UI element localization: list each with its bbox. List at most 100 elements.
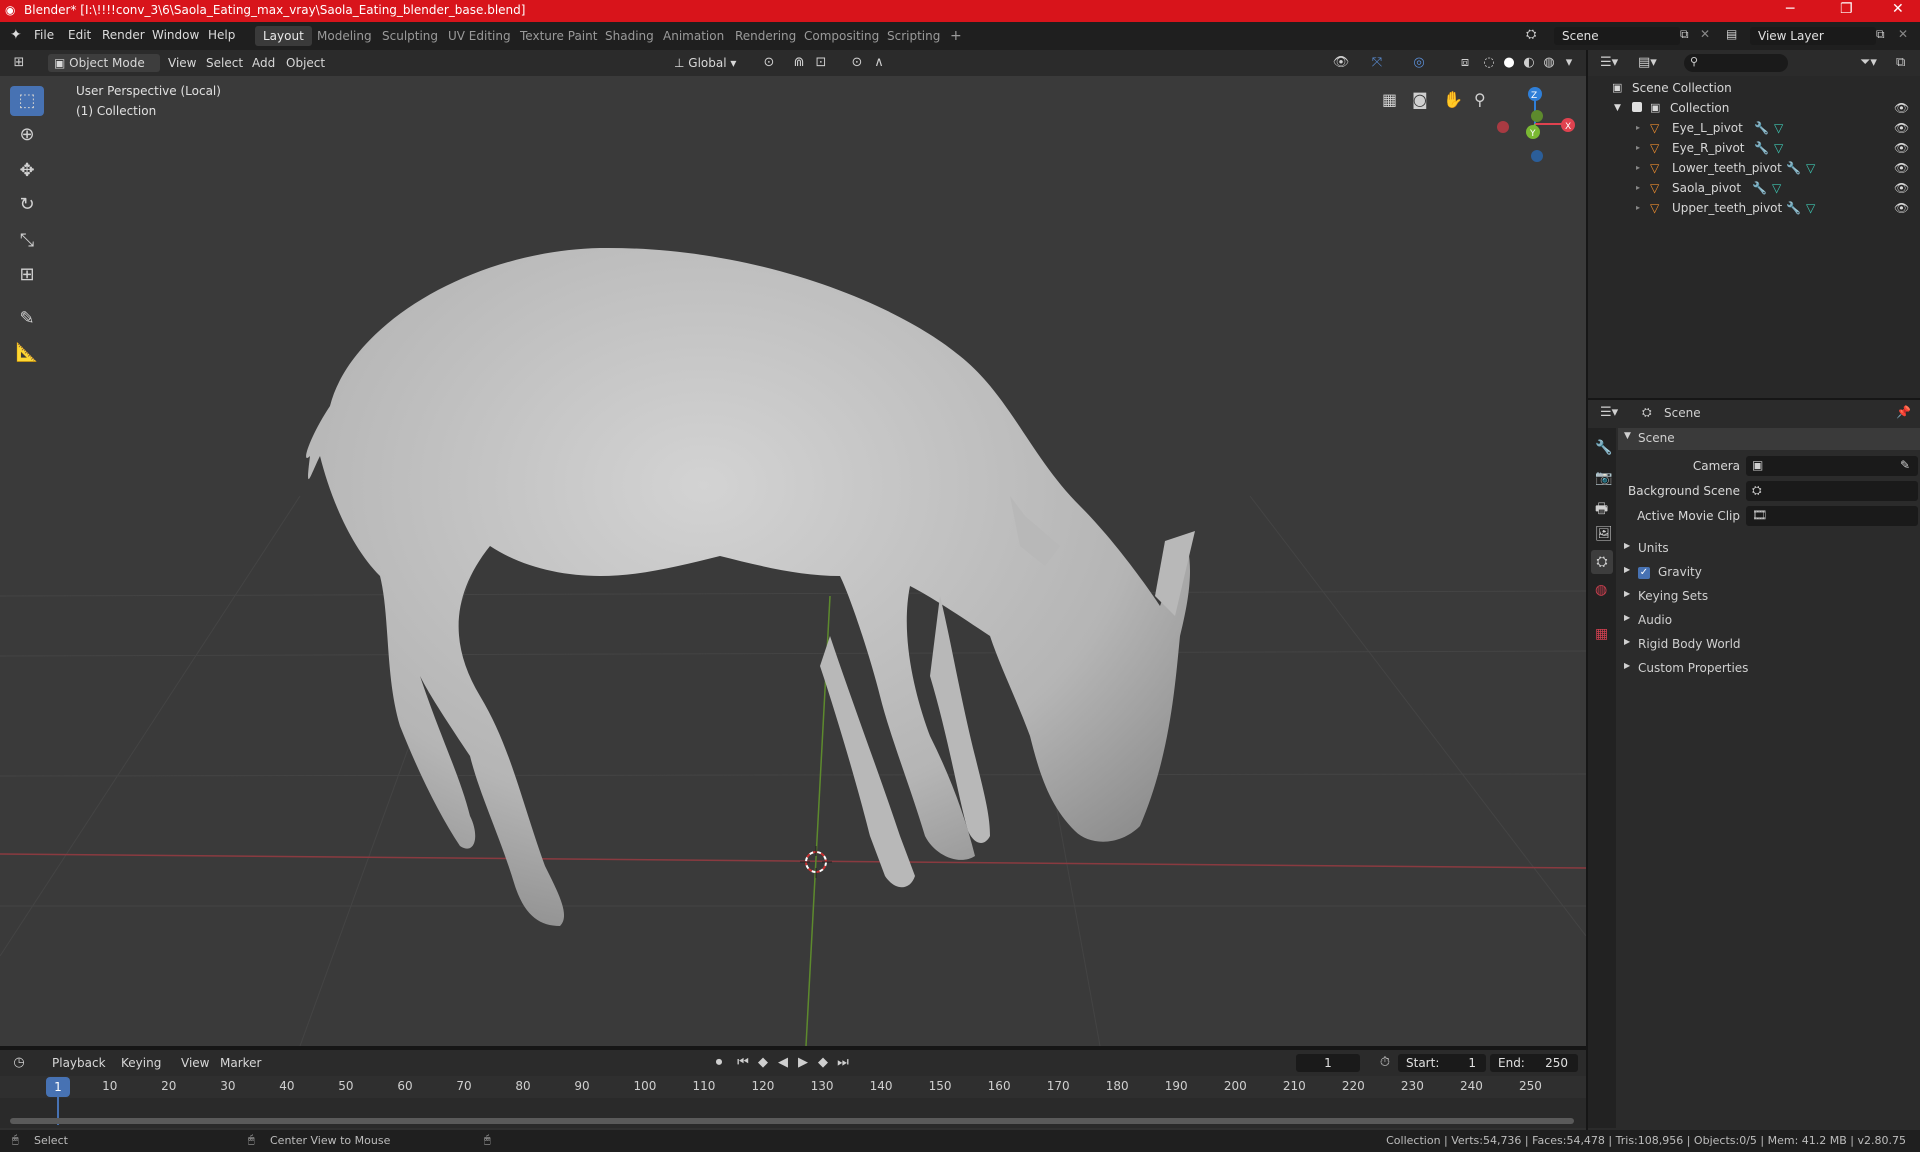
move-tool[interactable]: ✥ bbox=[10, 156, 44, 186]
pan-hand-icon[interactable]: ✋ bbox=[1443, 90, 1463, 109]
texture-tab-icon[interactable]: ▦ bbox=[1595, 626, 1608, 642]
collection-checkbox[interactable] bbox=[1632, 102, 1642, 112]
view-layer-icon[interactable]: ▤ bbox=[1726, 27, 1737, 41]
expand-arrow-icon[interactable]: ▸ bbox=[1636, 198, 1640, 218]
menu-marker[interactable]: Marker bbox=[214, 1054, 267, 1072]
menu-select[interactable]: Select bbox=[200, 54, 249, 72]
outliner-object-row[interactable]: ▸ ▽ Lower_teeth_pivot 🔧 ▽ 👁 bbox=[1588, 158, 1920, 178]
jump-end-icon[interactable]: ⏭ bbox=[834, 1054, 852, 1072]
background-scene-field[interactable]: ⛭ bbox=[1746, 481, 1918, 501]
new-view-layer-icon[interactable]: ⧉ bbox=[1876, 27, 1885, 42]
cursor-tool[interactable]: ⊕ bbox=[10, 120, 44, 150]
zoom-icon[interactable]: ⚲ bbox=[1474, 90, 1486, 109]
delete-view-layer-icon[interactable]: ✕ bbox=[1898, 27, 1908, 41]
new-collection-icon[interactable]: ⧉ bbox=[1896, 55, 1905, 70]
gravity-checkbox[interactable]: ✓ bbox=[1638, 567, 1650, 579]
grid-view-icon[interactable]: ▦ bbox=[1382, 90, 1397, 109]
snap-icon[interactable]: ⋒ bbox=[790, 54, 808, 72]
object-visibility-icon[interactable]: 👁 bbox=[1332, 54, 1350, 72]
filter-icon[interactable]: ⏷▾ bbox=[1860, 55, 1877, 70]
tool-tab-icon[interactable]: 🔧 bbox=[1595, 440, 1612, 456]
menu-view[interactable]: View bbox=[162, 54, 202, 72]
material-shading-icon[interactable]: ◐ bbox=[1520, 54, 1538, 72]
falloff-icon[interactable]: ∧ bbox=[870, 54, 888, 72]
outliner-object-row[interactable]: ▸ ▽ Eye_R_pivot 🔧 ▽ 👁 bbox=[1588, 138, 1920, 158]
rigid-body-world-section[interactable]: ▶ Rigid Body World bbox=[1618, 634, 1920, 656]
shading-options-icon[interactable]: ▾ bbox=[1560, 54, 1578, 72]
units-section[interactable]: ▶ Units bbox=[1618, 538, 1920, 560]
tab-compositing[interactable]: Compositing bbox=[796, 26, 887, 46]
tab-shading[interactable]: Shading bbox=[597, 26, 662, 46]
menu-timeline-view[interactable]: View bbox=[175, 1054, 215, 1072]
tab-modeling[interactable]: Modeling bbox=[309, 26, 380, 46]
outliner-editor-icon[interactable]: ☰▾ bbox=[1600, 55, 1618, 70]
transform-orientation-dropdown[interactable]: ⊥ Global ▾ bbox=[668, 54, 760, 72]
snap-target-icon[interactable]: ⊡ bbox=[812, 54, 830, 72]
stopwatch-icon[interactable]: ⏱ bbox=[1376, 1054, 1394, 1072]
end-frame-field[interactable]: End: 250 bbox=[1490, 1054, 1578, 1072]
eye-icon[interactable]: 👁 bbox=[1894, 158, 1909, 178]
expand-arrow-icon[interactable]: ▸ bbox=[1636, 138, 1640, 158]
annotate-tool[interactable]: ✎ bbox=[10, 304, 44, 334]
wireframe-shading-icon[interactable]: ◌ bbox=[1480, 54, 1498, 72]
overlay-toggle-icon[interactable]: ◎ bbox=[1410, 54, 1428, 72]
keying-sets-section[interactable]: ▶ Keying Sets bbox=[1618, 586, 1920, 608]
rotate-tool[interactable]: ↻ bbox=[10, 190, 44, 220]
rendered-shading-icon[interactable]: ◍ bbox=[1540, 54, 1558, 72]
tab-uv-editing[interactable]: UV Editing bbox=[440, 26, 519, 46]
view-layer-field[interactable]: View Layer bbox=[1750, 27, 1876, 45]
editor-type-icon[interactable]: ⊞ bbox=[10, 54, 28, 72]
tab-animation[interactable]: Animation bbox=[655, 26, 732, 46]
outliner-object-row[interactable]: ▸ ▽ Saola_pivot 🔧 ▽ 👁 bbox=[1588, 178, 1920, 198]
display-mode-icon[interactable]: ▤▾ bbox=[1638, 55, 1657, 70]
proportional-editing-icon[interactable]: ⊙ bbox=[848, 54, 866, 72]
scene-name-field[interactable]: Scene bbox=[1554, 27, 1680, 45]
menu-help[interactable]: Help bbox=[208, 28, 235, 42]
menu-playback[interactable]: Playback bbox=[46, 1054, 112, 1072]
start-frame-field[interactable]: Start: 1 bbox=[1398, 1054, 1486, 1072]
blender-menu-icon[interactable]: ✦ bbox=[10, 27, 22, 43]
output-tab-icon[interactable]: 🖶 bbox=[1595, 498, 1608, 522]
tab-texture-paint[interactable]: Texture Paint bbox=[512, 26, 605, 46]
saola-model[interactable] bbox=[306, 247, 1190, 927]
navigation-gizmo[interactable]: Z X Y bbox=[1497, 87, 1575, 162]
timeline-area[interactable]: 10 20 30 40 50 60 70 80 90 100 110 120 130 140 150 160 1… bbox=[0, 1076, 1586, 1128]
camera-view-icon[interactable]: ◙ bbox=[1412, 90, 1428, 109]
eye-icon[interactable]: 👁 bbox=[1894, 198, 1909, 218]
next-keyframe-icon[interactable]: ◆ bbox=[814, 1054, 832, 1072]
tab-layout[interactable]: Layout bbox=[255, 26, 312, 46]
outliner-object-row[interactable]: ▸ ▽ Upper_teeth_pivot 🔧 ▽ 👁 bbox=[1588, 198, 1920, 218]
expand-arrow-icon[interactable]: ▸ bbox=[1636, 178, 1640, 198]
eye-icon[interactable]: 👁 bbox=[1894, 118, 1909, 138]
prev-keyframe-icon[interactable]: ◆ bbox=[754, 1054, 772, 1072]
close-button[interactable]: ✕ bbox=[1892, 1, 1904, 17]
outliner-scene-collection[interactable]: ▣ Scene Collection bbox=[1588, 78, 1920, 98]
active-movie-clip-field[interactable]: 🎞 bbox=[1746, 506, 1918, 526]
expand-arrow-icon[interactable]: ▸ bbox=[1636, 118, 1640, 138]
timeline-scrollbar[interactable] bbox=[10, 1118, 1574, 1124]
expand-arrow-icon[interactable]: ▸ bbox=[1636, 158, 1640, 178]
eye-icon[interactable]: 👁 bbox=[1894, 98, 1909, 118]
add-workspace-button[interactable]: + bbox=[942, 26, 970, 46]
outliner-search-field[interactable]: ⚲ bbox=[1684, 54, 1788, 72]
measure-tool[interactable]: 📐 bbox=[10, 338, 44, 368]
gizmo-toggle-icon[interactable]: ⤧ bbox=[1368, 54, 1386, 72]
maximize-button[interactable]: ❐ bbox=[1840, 1, 1853, 17]
menu-add[interactable]: Add bbox=[246, 54, 281, 72]
new-scene-icon[interactable]: ⧉ bbox=[1680, 27, 1689, 42]
eyedropper-icon[interactable]: ✎ bbox=[1900, 458, 1910, 472]
jump-start-icon[interactable]: ⏮ bbox=[734, 1054, 752, 1072]
expand-arrow-icon[interactable]: ▼ bbox=[1614, 98, 1621, 118]
play-icon[interactable]: ▶ bbox=[794, 1054, 812, 1072]
tab-sculpting[interactable]: Sculpting bbox=[374, 26, 446, 46]
gravity-section[interactable]: ▶ ✓ Gravity bbox=[1618, 562, 1920, 584]
select-box-tool[interactable]: ⬚ bbox=[10, 86, 44, 116]
solid-shading-icon[interactable]: ● bbox=[1500, 54, 1518, 72]
mode-dropdown[interactable]: ▣ Object Mode ▾ bbox=[48, 54, 160, 88]
menu-render[interactable]: Render bbox=[102, 28, 145, 42]
record-icon[interactable]: ⏺ bbox=[710, 1054, 728, 1072]
scale-tool[interactable]: ⤡ bbox=[10, 226, 44, 256]
minimize-button[interactable]: ─ bbox=[1786, 1, 1794, 17]
timeline-editor-icon[interactable]: ◷ bbox=[10, 1054, 28, 1072]
current-frame-field[interactable]: 1 bbox=[1296, 1054, 1360, 1072]
